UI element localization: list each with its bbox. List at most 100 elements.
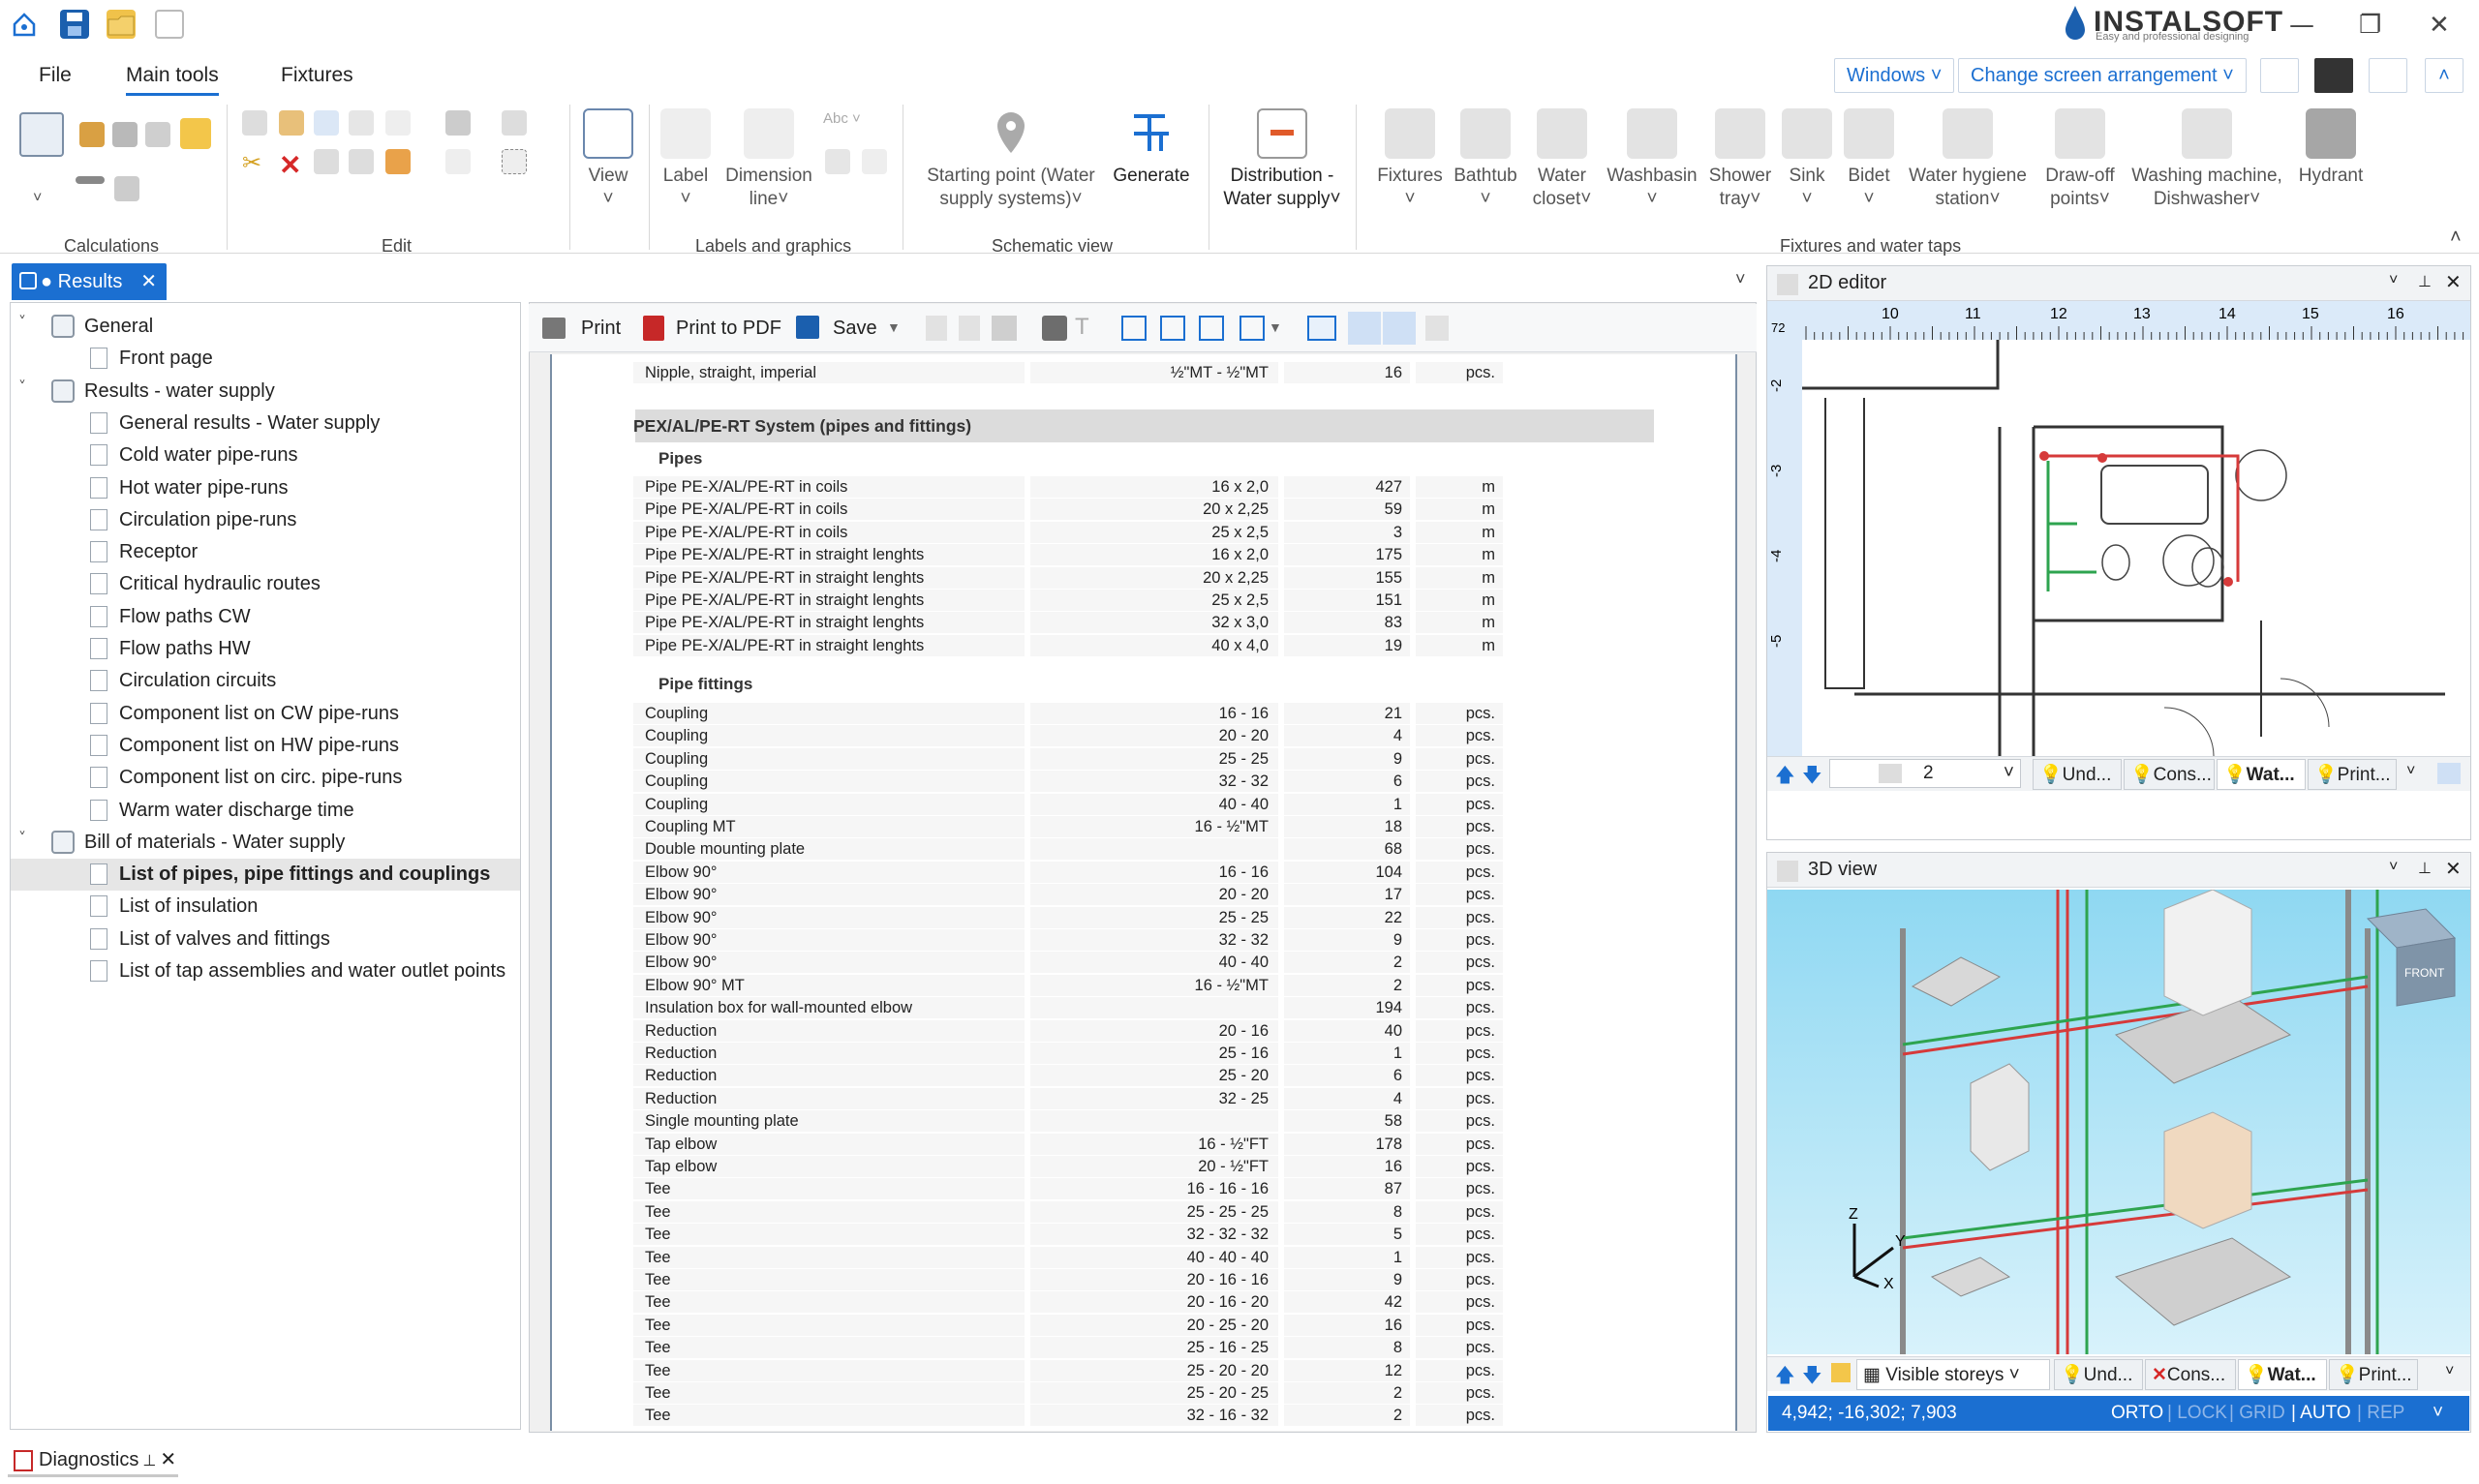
lock-toggle[interactable]: | LOCK (2167, 1396, 2227, 1431)
color-drop-icon[interactable] (2369, 58, 2407, 93)
generate-button[interactable]: Generate (1108, 108, 1195, 188)
home-icon[interactable] (10, 10, 39, 39)
fit-page-icon[interactable] (1307, 316, 1336, 341)
tree-item[interactable]: General results - Water supply (11, 408, 520, 439)
water-drop-icon[interactable] (180, 118, 211, 149)
tabs-more-icon[interactable]: ˅ (2406, 763, 2415, 780)
tree-item[interactable]: Circulation circuits (11, 665, 520, 697)
paste-icon[interactable] (279, 110, 304, 136)
tree-item[interactable]: Cold water pipe-runs (11, 439, 520, 471)
selection-icon[interactable] (502, 149, 527, 174)
tree-item[interactable]: Flow paths CW (11, 601, 520, 633)
building-icon[interactable] (79, 122, 105, 147)
floor-plan-canvas[interactable]: 10 11 12 13 14 15 16 -2 -3 -4 -5 72 (1767, 301, 2470, 791)
close-diagnostics-icon[interactable]: ✕ (160, 1449, 176, 1470)
close-preview-icon[interactable] (1425, 316, 1449, 341)
tab-3d-water[interactable]: 💡Wat... (2238, 1359, 2327, 1390)
calculator-icon[interactable] (2314, 58, 2353, 93)
shower-tray-button[interactable]: Shower tray˅ (1704, 108, 1776, 211)
tree-group-node[interactable]: ˅ Bill of materials - Water supply (11, 827, 520, 859)
delete-icon[interactable]: ✕ (279, 149, 304, 180)
multi-page-icon[interactable] (1240, 316, 1265, 341)
page-width-icon[interactable] (1160, 316, 1185, 341)
label-button[interactable]: Label ˅ (658, 108, 713, 211)
status-expand-icon[interactable]: ˅ (2433, 1396, 2443, 1431)
tree-item[interactable]: Critical hydraulic routes (11, 568, 520, 600)
starting-point-button[interactable]: Starting point (Water supply systems)˅ (914, 108, 1108, 211)
frame-icon[interactable] (349, 110, 374, 136)
tab-2d-underlay[interactable]: 💡Und... (2033, 759, 2122, 790)
windows-dropdown[interactable]: Windows ˅ (1834, 58, 1955, 93)
close-tab-icon[interactable]: ✕ (140, 263, 157, 300)
layers-panel-icon[interactable] (2437, 763, 2461, 784)
text-tool-icon[interactable]: T (1075, 314, 1089, 341)
washbasin-button[interactable]: Washbasin ˅ (1604, 108, 1700, 211)
tab-2d-print[interactable]: 💡Print... (2308, 759, 2397, 790)
dimension-line-button[interactable]: Dimension line˅ (719, 108, 819, 211)
tab-3d-print[interactable]: 💡Print... (2329, 1359, 2418, 1390)
move-icon[interactable] (385, 110, 411, 136)
two-pages-icon[interactable] (1199, 316, 1224, 341)
tree-item[interactable]: Component list on circ. pipe-runs (11, 762, 520, 794)
line-icon[interactable] (76, 176, 105, 184)
save-icon[interactable] (60, 10, 89, 39)
arrangement-dropdown[interactable]: Change screen arrangement ˅ (1958, 58, 2247, 93)
close-icon[interactable]: ✕ (2429, 12, 2450, 39)
building-grey-icon[interactable] (112, 122, 138, 147)
tree-group-node[interactable]: ˅ General (11, 311, 520, 343)
outline-icon[interactable] (1383, 312, 1416, 345)
save-button[interactable]: Save (833, 318, 877, 340)
array-icon[interactable] (445, 110, 471, 136)
tab-2d-construction[interactable]: 💡Cons... (2124, 759, 2215, 790)
tree-item[interactable]: List of pipes, pipe fittings and couplin… (11, 859, 520, 892)
bidet-button[interactable]: Bidet ˅ (1840, 108, 1898, 211)
cut-icon[interactable]: ✂ (242, 149, 267, 176)
layers-icon[interactable] (114, 176, 139, 201)
thumbnails-icon[interactable] (992, 316, 1017, 341)
water-closet-button[interactable]: Water closet˅ (1526, 108, 1598, 211)
copy-icon[interactable] (242, 110, 267, 136)
orto-toggle[interactable]: ORTO (2111, 1396, 2163, 1431)
tree-item[interactable]: Component list on CW pipe-runs (11, 698, 520, 730)
expand-toggle-icon[interactable]: ˅ (18, 378, 26, 396)
tab-3d-construction[interactable]: ✕Cons... (2145, 1359, 2236, 1390)
text-style-icon[interactable]: Abc ˅ (823, 110, 872, 136)
pin-icon[interactable]: ⊥ (2418, 272, 2432, 291)
washing-machine-button[interactable]: Washing machine, Dishwasher˅ (2125, 108, 2289, 211)
rotate-icon[interactable] (445, 149, 471, 174)
close-panel-icon[interactable]: ✕ (2445, 857, 2462, 881)
tree-item[interactable]: List of tap assemblies and water outlet … (11, 955, 520, 987)
tree-item[interactable]: Hot water pipe-runs (11, 472, 520, 504)
open-folder-icon[interactable] (107, 10, 136, 39)
expand-toggle-icon[interactable]: ˅ (18, 829, 26, 847)
storey-select[interactable]: 2 ˅ (1829, 759, 2021, 788)
tree-item[interactable]: Flow paths HW (11, 633, 520, 665)
distribution-button[interactable]: Distribution - Water supply˅ (1214, 108, 1350, 211)
new-document-icon[interactable] (155, 10, 184, 39)
restore-icon[interactable]: ❐ (2359, 12, 2381, 39)
ribbon-collapse-icon[interactable]: ˄ (2450, 227, 2462, 249)
tree-item[interactable]: Receptor (11, 536, 520, 568)
save-disk-icon[interactable] (796, 316, 819, 339)
panel-menu-icon[interactable]: ˅ (2389, 272, 2398, 289)
storey-up-icon[interactable]: 🡅 (1775, 1361, 1795, 1394)
calculator-grid-icon[interactable] (19, 112, 64, 157)
menu-fixtures[interactable]: Fixtures (281, 64, 353, 87)
hydrant-button[interactable]: Hydrant (2291, 108, 2371, 188)
pin-icon[interactable]: ⊥ (142, 1453, 156, 1469)
rep-toggle[interactable]: | REP (2357, 1396, 2404, 1431)
sink-button[interactable]: Sink ˅ (1778, 108, 1836, 211)
storey-up-icon[interactable]: 🡅 (1775, 761, 1795, 794)
lightbulb-icon[interactable] (1831, 1363, 1851, 1382)
copy-page-icon[interactable] (959, 316, 980, 341)
fixtures-button[interactable]: Fixtures ˅ (1371, 108, 1449, 211)
layout-dropdown-icon[interactable]: ▼ (1269, 319, 1282, 335)
panel-menu-icon[interactable]: ˅ (2389, 859, 2398, 876)
undo-icon[interactable] (314, 110, 339, 136)
mirror-icon[interactable] (349, 149, 374, 174)
printer-icon[interactable] (542, 318, 566, 339)
auto-toggle[interactable]: | AUTO (2291, 1396, 2351, 1431)
tab-2d-water[interactable]: 💡Wat... (2217, 759, 2306, 790)
view-button[interactable]: View ˅ (581, 108, 635, 211)
tree-item[interactable]: Component list on HW pipe-runs (11, 730, 520, 762)
